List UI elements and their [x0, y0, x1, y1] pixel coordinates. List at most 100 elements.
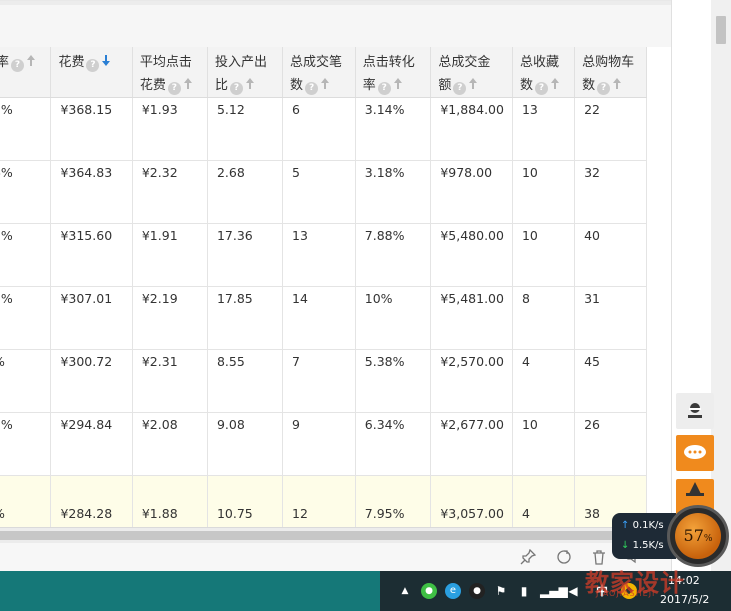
cell-value: 5.38% [364, 354, 405, 369]
pin-icon[interactable] [519, 548, 537, 567]
cell-value: 13 [292, 228, 308, 243]
col-header-label: 点击转化 [362, 55, 415, 70]
cell-ctr: 85% [0, 97, 52, 161]
col-header-avg-cpc[interactable]: 平均点击 花费? [132, 47, 208, 98]
report-toolbar [0, 0, 671, 48]
cell-value: 26 [584, 417, 601, 432]
table-row[interactable]: 0%¥284.28¥1.8810.75127.95%¥3,057.00438 [0, 475, 647, 527]
cell-spend: ¥368.15 [50, 97, 133, 161]
sort-up-icon[interactable] [550, 78, 560, 90]
sort-up-icon[interactable] [183, 78, 193, 90]
cell-value: ¥1,884.00 [440, 102, 504, 117]
cell-favorites: 10 [512, 223, 576, 287]
cell-cvr: 7.88% [355, 223, 432, 287]
cell-cvr: 7.95% [355, 475, 432, 527]
cell-value: ¥284.28 [60, 506, 113, 521]
col-header-label: 投入产出 [214, 55, 267, 70]
table-row[interactable]: 42% ¥307.01 ¥2.19 17.85 14 10% ¥5,481.00 8 31 [0, 286, 647, 350]
power-icon[interactable]: ▮ [516, 583, 532, 599]
cell-value: ¥5,481.00 [440, 291, 504, 306]
sort-up-icon[interactable] [320, 78, 330, 90]
cell-cvr: 3.18% [355, 160, 432, 224]
sort-up-icon[interactable] [26, 55, 36, 67]
sort-up-icon[interactable] [612, 78, 622, 90]
witch-hat-icon [686, 482, 704, 496]
col-header-cart[interactable]: 总购物车数? [574, 47, 647, 98]
help-icon[interactable]: ? [167, 82, 181, 95]
cell-spend: ¥315.60 [50, 223, 133, 287]
cell-value: 7.88% [364, 228, 405, 243]
vertical-scrollbar-thumb[interactable] [716, 16, 726, 44]
chat-button[interactable] [676, 435, 714, 471]
col-header-label: 击率 [0, 55, 10, 70]
table-row[interactable]: 85% ¥368.15 ¥1.93 5.12 6 3.14% ¥1,884.00 13 22 [0, 97, 647, 161]
cell-value: ¥2.08 [141, 417, 178, 432]
col-header-cvr[interactable]: 点击转化率? [355, 47, 432, 98]
sort-down-icon[interactable] [101, 55, 111, 67]
help-icon[interactable]: ? [377, 82, 391, 95]
cell-value: 22 [584, 102, 601, 117]
cell-value: 5.12 [216, 102, 245, 117]
customer-service-icon [688, 403, 702, 418]
horizontal-scrollbar-thumb[interactable] [0, 531, 671, 540]
cell-gmv: ¥1,884.00 [430, 97, 513, 161]
help-icon[interactable]: ? [86, 59, 100, 72]
col-header-label: 花费 [58, 55, 85, 70]
report-table-container: 击率? 花费? 平均点击花费? 投入产出比? 总成交笔数? 点击转化率? 总成交… [0, 47, 671, 527]
vertical-scrollbar[interactable] [711, 0, 731, 571]
table-row[interactable]: 6% ¥300.72 ¥2.31 8.55 7 5.38% ¥2,570.00 4 45 [0, 349, 647, 413]
help-icon[interactable]: ? [597, 82, 611, 95]
help-icon[interactable]: ? [305, 82, 319, 95]
help-icon[interactable]: ? [453, 82, 467, 95]
table-row[interactable]: 73% ¥294.84 ¥2.08 9.08 9 6.34% ¥2,677.00 10 26 [0, 412, 647, 476]
show-hidden-icons-button[interactable]: ▲ [400, 583, 410, 599]
sort-up-icon[interactable] [245, 78, 255, 90]
help-icon[interactable]: ? [534, 82, 548, 95]
cell-value: 76% [0, 165, 13, 180]
customer-service-button[interactable] [676, 393, 714, 429]
cell-ctr: 6% [0, 349, 52, 413]
help-icon[interactable]: ? [11, 59, 25, 72]
app-window: 击率? 花费? 平均点击花费? 投入产出比? 总成交笔数? 点击转化率? 总成交… [0, 0, 731, 611]
cell-value: 6 [292, 102, 300, 117]
cell-avg-cpc: ¥2.32 [132, 160, 208, 224]
cell-value: ¥2,677.00 [440, 417, 504, 432]
cell-value: 73% [0, 417, 13, 432]
cell-value: ¥2.31 [141, 354, 178, 369]
help-icon[interactable]: ? [229, 82, 243, 95]
refresh-icon[interactable] [555, 549, 573, 567]
download-arrow-icon: ↓ [621, 540, 630, 551]
col-header-roi[interactable]: 投入产出比? [207, 47, 284, 98]
download-speed: ↓ 1.5K/s [621, 540, 664, 551]
network-icon[interactable]: ▂▄▆ [540, 583, 568, 599]
table-header-row: 击率? 花费? 平均点击花费? 投入产出比? 总成交笔数? 点击转化率? 总成交… [0, 47, 647, 98]
cell-avg-cpc: ¥2.08 [132, 412, 208, 476]
cell-favorites: 8 [512, 286, 576, 350]
col-header-label: 总成交金 [438, 55, 491, 70]
memory-gauge[interactable]: 57% [667, 505, 729, 567]
col-header-favorites[interactable]: 总收藏数? [512, 47, 576, 98]
col-header-spend[interactable]: 花费? [50, 47, 133, 98]
cell-value: 85% [0, 102, 13, 117]
wechat-icon[interactable]: ● [421, 583, 437, 599]
col-header-ctr[interactable]: 击率? [0, 47, 52, 98]
table-row[interactable]: 76% ¥364.83 ¥2.32 2.68 5 3.18% ¥978.00 10 32 [0, 160, 647, 224]
cell-gmv: ¥5,481.00 [430, 286, 513, 350]
col-header-orders[interactable]: 总成交笔数? [282, 47, 356, 98]
cell-value: ¥978.00 [440, 165, 493, 180]
sort-up-icon[interactable] [468, 78, 478, 90]
toolbar-divider [0, 1, 671, 5]
cell-spend: ¥300.72 [50, 349, 133, 413]
volume-icon[interactable]: ◀ [565, 583, 581, 599]
cell-value: 92% [0, 228, 13, 243]
horizontal-scrollbar[interactable] [0, 527, 671, 543]
table-row[interactable]: 92% ¥315.60 ¥1.91 17.36 13 7.88% ¥5,480.00 10 40 [0, 223, 647, 287]
col-header-gmv[interactable]: 总成交金额? [430, 47, 513, 98]
cell-roi: 8.55 [207, 349, 284, 413]
qq-icon[interactable]: ● [469, 583, 485, 599]
col-header-label-2: 数 [582, 78, 596, 93]
flag-icon[interactable]: ⚑ [493, 583, 509, 599]
cell-orders: 7 [282, 349, 356, 413]
browser-icon[interactable]: e [445, 583, 461, 599]
sort-up-icon[interactable] [393, 78, 403, 90]
